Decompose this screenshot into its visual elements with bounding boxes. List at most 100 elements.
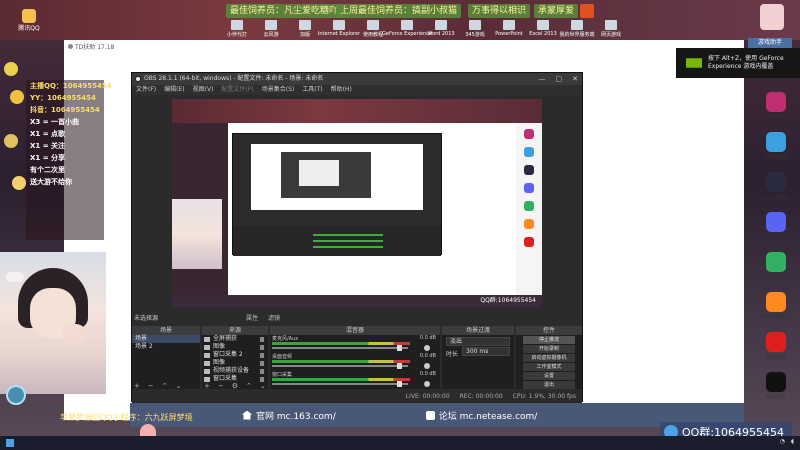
- avatar: [760, 4, 784, 30]
- dock-app-7[interactable]: CapCut: [752, 366, 800, 406]
- dock-app-2[interactable]: VsCode插件: [752, 166, 800, 206]
- control-button[interactable]: 停止推流: [523, 336, 575, 344]
- dock-app-label: 极速剪辑: [765, 354, 786, 361]
- desktop-icon[interactable]: 云风游: [256, 20, 286, 38]
- dock-app-3[interactable]: Discord: [752, 206, 800, 246]
- gear-icon[interactable]: ⚙: [232, 382, 238, 390]
- geforce-toast[interactable]: 按下 Alt+Z，使用 GeForce Experience 游戏内覆盖: [676, 48, 800, 78]
- desktop-icon[interactable]: 345游戏: [460, 20, 490, 38]
- down-icon[interactable]: ⌄: [260, 382, 266, 390]
- desktop-icon-row: 小伴代打 云风游 加版 Internet Explorer 使用教程 GeForce Ex…: [222, 20, 626, 38]
- menu-item[interactable]: 视图(V): [193, 85, 214, 95]
- control-button[interactable]: 开始录制: [523, 345, 575, 353]
- desktop-icon[interactable]: 小伴代打: [222, 20, 252, 38]
- maximize-icon[interactable]: ▢: [556, 73, 563, 85]
- desktop-icon[interactable]: Excel 2013: [528, 20, 558, 38]
- stat-line: 抖音：1064955454: [30, 106, 100, 114]
- control-button[interactable]: 设置: [523, 372, 575, 380]
- control-button[interactable]: 启动虚拟摄像机: [523, 354, 575, 362]
- desktop-icon[interactable]: 网页游戏: [596, 20, 626, 38]
- level-meter: [272, 342, 410, 345]
- control-button[interactable]: 工作室模式: [523, 363, 575, 371]
- menu-item[interactable]: 文件(F): [136, 85, 156, 95]
- control-button[interactable]: 退出: [523, 381, 575, 389]
- volume-icon[interactable]: ◖: [791, 438, 794, 445]
- desktop-icon[interactable]: Word 2013: [426, 20, 456, 38]
- speaker-icon[interactable]: [424, 345, 430, 351]
- up-icon[interactable]: ⌃: [162, 382, 168, 390]
- dock-app-0[interactable]: LetsVPN: [752, 86, 800, 126]
- speaker-icon[interactable]: [424, 363, 430, 369]
- duration-input[interactable]: 300 ms: [462, 347, 510, 356]
- desktop-icon-label: PowerPoint: [495, 31, 523, 37]
- official-site-link[interactable]: 官网 mc.163.com/: [242, 409, 336, 422]
- source-item[interactable]: 图像: [202, 343, 268, 351]
- add-icon[interactable]: +: [204, 382, 210, 390]
- remove-icon[interactable]: −: [148, 382, 154, 390]
- dock-app-4[interactable]: 腾讯视频: [752, 246, 800, 286]
- desktop-icon[interactable]: GeForce Experience: [382, 20, 432, 38]
- desktop-icon[interactable]: 我的世界服务端: [559, 20, 595, 38]
- menu-item[interactable]: 场景集合(S): [262, 85, 295, 95]
- obs-menubar: 文件(F) 编辑(E) 视图(V) 配置文件(P) 场景集合(S) 工具(T) 帮助(H): [132, 85, 582, 95]
- source-toolbar: 属性 滤镜: [246, 313, 280, 322]
- eye-icon[interactable]: [204, 368, 210, 374]
- forum-link[interactable]: 论坛 mc.netease.com/: [425, 409, 537, 422]
- scene-item[interactable]: 场景: [132, 335, 200, 343]
- menu-item[interactable]: 帮助(H): [331, 85, 352, 95]
- scene-item[interactable]: 场景 2: [132, 343, 200, 351]
- menu-item[interactable]: 编辑(E): [164, 85, 184, 95]
- desktop-icon[interactable]: 加版: [290, 20, 320, 38]
- obs-preview-canvas[interactable]: QQ群:1064955454: [172, 99, 542, 307]
- volume-knob[interactable]: [396, 381, 402, 387]
- lock-icon[interactable]: [260, 376, 264, 382]
- eye-icon[interactable]: [204, 344, 210, 350]
- desktop-icon-label: 我的世界服务端: [559, 32, 595, 38]
- remove-icon[interactable]: −: [218, 382, 224, 390]
- lock-icon[interactable]: [260, 368, 264, 374]
- obs-title-text: OBS 28.1.1 (64-bit, windows) - 配置文件: 未命名…: [144, 75, 324, 82]
- menu-item[interactable]: 工具(T): [302, 85, 322, 95]
- lock-icon[interactable]: [260, 344, 264, 350]
- properties-button[interactable]: 属性: [246, 313, 258, 322]
- dock-app-6[interactable]: 极速剪辑: [752, 326, 800, 366]
- desktop-icon[interactable]: Internet Explorer: [318, 20, 360, 38]
- transition-select[interactable]: 淡出: [446, 337, 510, 346]
- source-item[interactable]: 全屏捕获: [202, 335, 268, 343]
- eye-icon[interactable]: [204, 352, 210, 358]
- speaker-icon[interactable]: [424, 381, 430, 387]
- top-decor-strip: 腾讯QQ 最佳饲养员：凡尘爱吃糖吖 上周最佳饲养员：搞副小叔猫 万事得以相识 承…: [0, 0, 800, 40]
- add-icon[interactable]: +: [134, 382, 140, 390]
- channel-name: 窗口采集: [272, 372, 293, 378]
- volume-knob[interactable]: [396, 363, 402, 369]
- sources-header: 来源: [202, 326, 268, 335]
- dock-app-5[interactable]: 快手直播伴侣: [752, 286, 800, 326]
- source-item[interactable]: 图像: [202, 359, 268, 367]
- preview-nested-obs: [232, 133, 442, 256]
- volume-knob[interactable]: [396, 345, 402, 351]
- eye-icon[interactable]: [204, 376, 210, 382]
- volume-slider[interactable]: [272, 347, 408, 349]
- menu-item[interactable]: 配置文件(P): [221, 85, 253, 95]
- lock-icon[interactable]: [260, 352, 264, 358]
- down-icon[interactable]: ⌄: [176, 382, 182, 390]
- filters-button[interactable]: 滤镜: [268, 313, 280, 322]
- source-item[interactable]: 窗口采集 2: [202, 351, 268, 359]
- start-icon[interactable]: [6, 439, 14, 447]
- close-icon[interactable]: ✕: [572, 73, 578, 85]
- dock-app-label: VsCode插件: [761, 194, 791, 201]
- desktop-icon[interactable]: PowerPoint: [494, 20, 524, 38]
- qq-desktop-tile[interactable]: 腾讯QQ: [0, 0, 58, 40]
- source-item[interactable]: 视频捕获设备: [202, 367, 268, 375]
- lock-icon[interactable]: [260, 360, 264, 366]
- eye-icon[interactable]: [204, 360, 210, 366]
- lock-icon[interactable]: [260, 336, 264, 342]
- volume-slider[interactable]: [272, 365, 408, 367]
- obs-titlebar[interactable]: OBS 28.1.1 (64-bit, windows) - 配置文件: 未命名…: [132, 73, 582, 85]
- eye-icon[interactable]: [204, 336, 210, 342]
- minimize-icon[interactable]: —: [539, 73, 546, 85]
- dock-app-1[interactable]: QQ浏览器: [752, 126, 800, 166]
- volume-slider[interactable]: [272, 383, 408, 385]
- up-icon[interactable]: ⌃: [246, 382, 252, 390]
- wifi-icon[interactable]: ◔: [780, 438, 785, 445]
